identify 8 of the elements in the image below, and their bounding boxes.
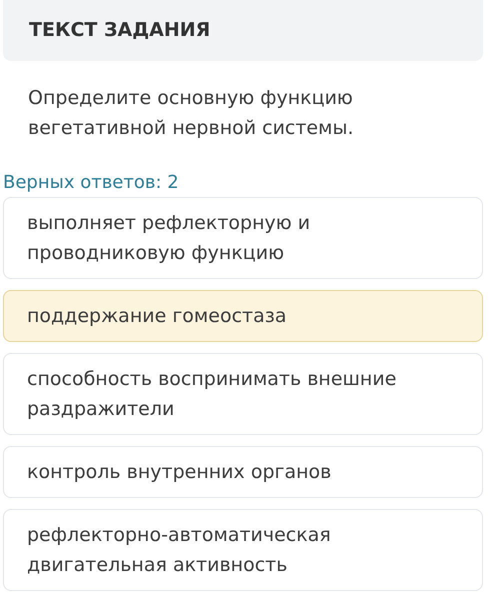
answer-option[interactable]: выполняет рефлекторную и проводниковую функцию	[3, 197, 483, 279]
answer-option[interactable]: поддержание гомеостаза	[3, 290, 483, 342]
answer-option[interactable]: контроль внутренних органов	[3, 446, 483, 498]
section-title: ТЕКСТ ЗАДАНИЯ	[29, 18, 210, 44]
answer-option[interactable]: способность воспринимать внешние раздражители	[3, 353, 483, 435]
question-text: Определите основную функцию вегетативной нервной системы.	[28, 86, 354, 141]
answer-option[interactable]: рефлекторно-автоматическая двигательная активность	[3, 509, 483, 591]
correct-answers-count: Верных ответов: 2	[3, 171, 179, 195]
